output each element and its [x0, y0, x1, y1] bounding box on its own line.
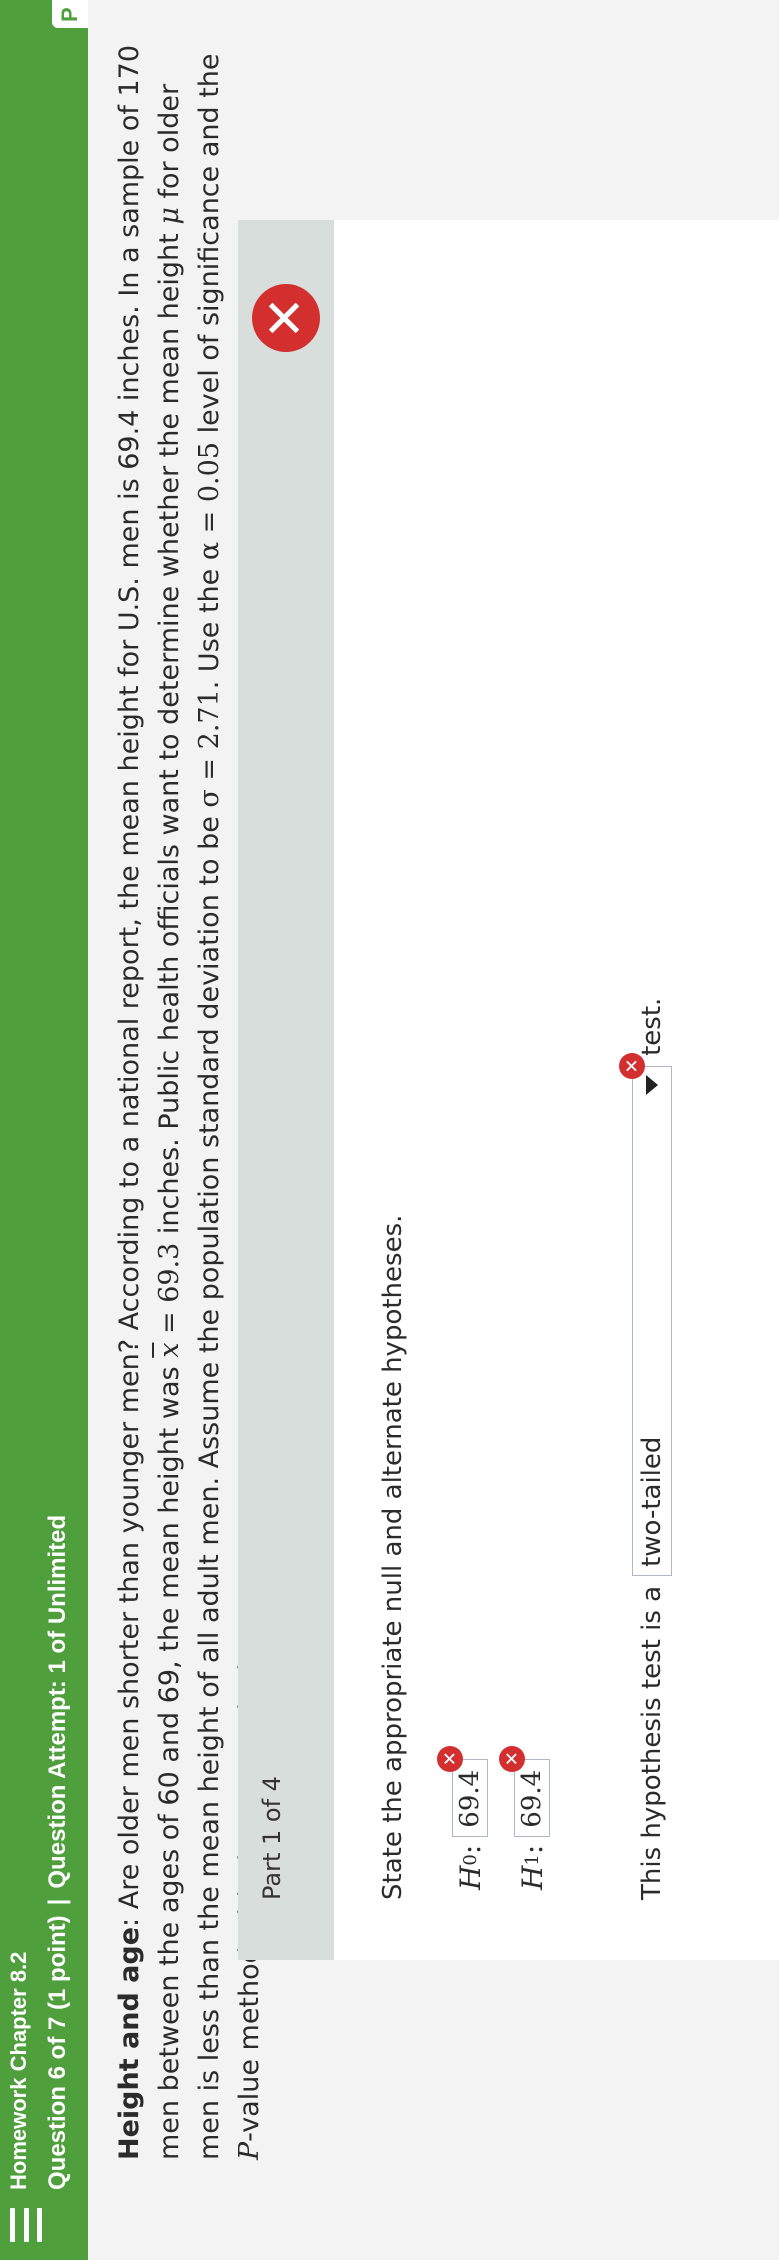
- h0-letter: H: [453, 1865, 487, 1890]
- test-type-dropdown[interactable]: two-tailed ✕: [619, 1052, 672, 1576]
- test-type-prefix: This hypothesis test is a: [637, 1585, 667, 1900]
- question-number: Question 6 of 7 (1 point): [44, 1915, 71, 2190]
- test-type-suffix: test.: [637, 997, 667, 1056]
- h1-letter: H: [515, 1865, 549, 1890]
- null-hypothesis-row: H0 : 69.4 ✕: [437, 1745, 488, 1890]
- h1-input[interactable]: 69.4 ✕: [499, 1745, 550, 1837]
- h1-colon: :: [515, 1844, 549, 1855]
- h0-error-icon: ✕: [437, 1745, 463, 1772]
- sigma-expression: σ = 2.71: [194, 689, 225, 808]
- hamburger-menu-icon[interactable]: [4, 2208, 48, 2242]
- test-type-selected: two-tailed: [637, 1436, 667, 1567]
- h0-input[interactable]: 69.4 ✕: [437, 1745, 488, 1837]
- xbar-symbol: x: [154, 1342, 185, 1358]
- h0-subscript: 0: [459, 1854, 481, 1866]
- rotated-page: Homework Chapter 8.2 Question 6 of 7 (1 …: [0, 0, 779, 2260]
- h1-value: 69.4: [517, 1769, 547, 1828]
- h0-value: 69.4: [455, 1769, 485, 1828]
- chevron-down-icon: [646, 1074, 658, 1095]
- incorrect-x-icon: ✕: [252, 284, 320, 352]
- xbar-value: = 69.3: [154, 1242, 185, 1343]
- header-bar: Homework Chapter 8.2 Question 6 of 7 (1 …: [0, 0, 88, 2260]
- h0-colon: :: [453, 1844, 487, 1855]
- test-type-sentence: This hypothesis test is a two-tailed ✕ t…: [619, 997, 672, 1900]
- question-info-line: Question 6 of 7 (1 point) | Question Attem…: [44, 1515, 72, 2190]
- alternate-hypothesis-row: H1 : 69.4 ✕: [499, 1745, 550, 1890]
- problem-text-5: level of significance and the: [194, 53, 225, 442]
- mu-symbol: μ: [154, 207, 185, 225]
- hypotheses-instruction: State the appropriate null and alternate…: [378, 1214, 408, 1900]
- attempt-info: Question Attempt: 1 of Unlimited: [44, 1514, 71, 1889]
- h1-error-icon: ✕: [499, 1745, 525, 1772]
- problem-text-4: . Use the: [194, 560, 225, 690]
- homework-title: Homework Chapter 8.2: [6, 1951, 31, 2190]
- part-label: Part 1 of 4: [258, 1776, 286, 1900]
- problem-topic: Height and age: [114, 1926, 145, 2160]
- corner-button[interactable]: P: [52, 0, 88, 28]
- test-type-error-icon: ✕: [619, 1052, 645, 1079]
- h1-subscript: 1: [521, 1854, 543, 1866]
- separator: |: [44, 1898, 71, 1906]
- problem-text-2: inches. Public health officials want to …: [154, 224, 185, 1243]
- p-symbol: P: [234, 2141, 265, 2160]
- part-header-bar: [238, 220, 334, 1960]
- alpha-expression: α = 0.05: [194, 442, 225, 561]
